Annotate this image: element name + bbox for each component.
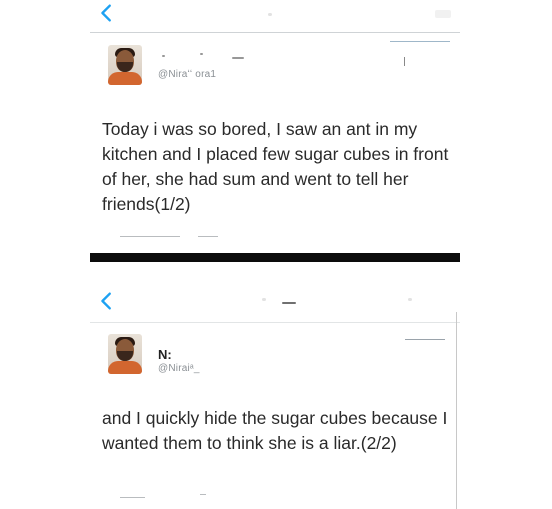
nav-action-blur — [408, 298, 412, 301]
nav-action-blur — [435, 10, 451, 18]
nav-title-blur — [268, 13, 272, 16]
follow-button-edge — [405, 339, 445, 340]
back-chevron-icon[interactable] — [96, 2, 118, 24]
name-blur — [232, 57, 244, 59]
tweet-text: Today i was so bored, I saw an ant in my… — [102, 119, 449, 214]
screenshot-edge — [456, 312, 457, 509]
header-divider — [90, 32, 460, 33]
avatar[interactable] — [108, 334, 142, 374]
nav-title-blur — [282, 302, 296, 304]
name-blur — [200, 53, 203, 55]
avatar[interactable] — [108, 45, 142, 85]
footer-blur — [120, 236, 180, 237]
name-blur — [162, 55, 165, 57]
tweet-screenshot-2: N: @Niraiᵃ_ and I quickly hide the sugar… — [90, 262, 460, 509]
follow-button-side — [404, 57, 405, 66]
tweet-screenshot-1: @Niraʻʻ ora1 Today i was so bored, I saw… — [90, 0, 460, 248]
footer-blur — [198, 236, 218, 237]
header-divider — [90, 322, 460, 323]
user-handle: @Niraʻʻ ora1 — [158, 69, 217, 80]
tweet-text: and I quickly hide the sugar cubes becau… — [102, 408, 448, 453]
footer-blur — [120, 497, 145, 498]
screenshot-divider — [90, 253, 460, 262]
nav-title-blur — [262, 298, 266, 301]
footer-blur — [200, 494, 206, 495]
user-handle: @Niraiᵃ_ — [158, 363, 200, 374]
display-name: N: — [158, 347, 172, 362]
back-chevron-icon[interactable] — [96, 290, 118, 312]
follow-button-edge — [390, 41, 450, 42]
